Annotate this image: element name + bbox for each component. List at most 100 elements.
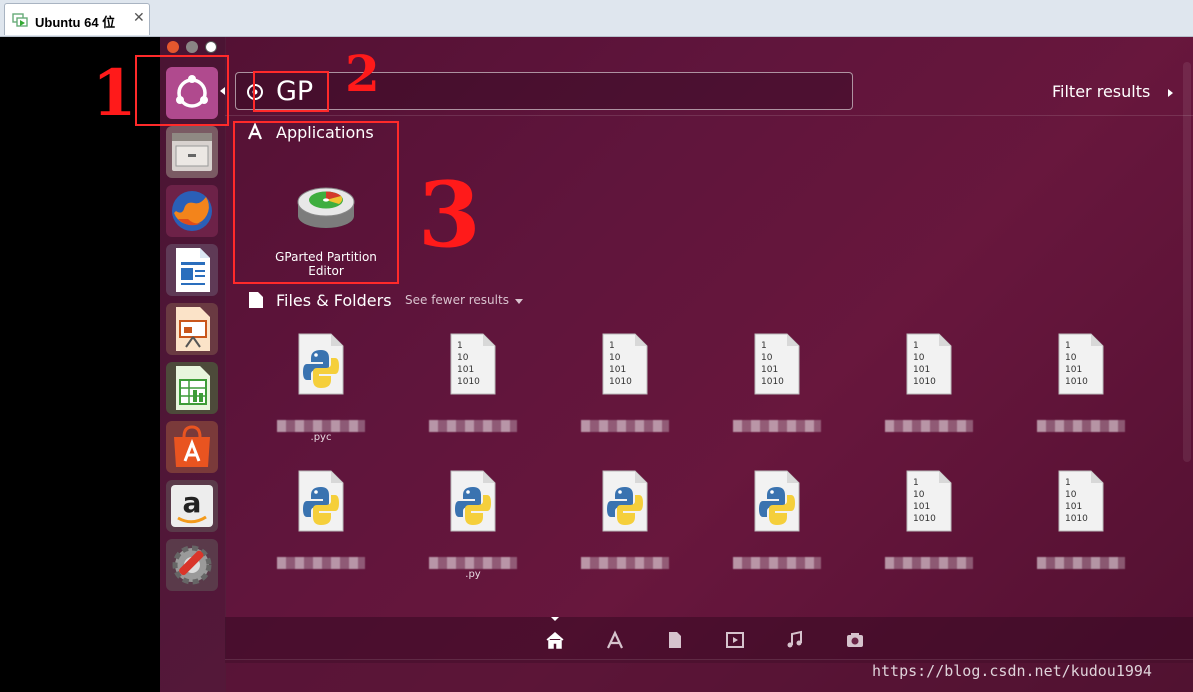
vm-tab-ubuntu[interactable]: Ubuntu 64 位 ✕ [4,3,150,35]
file-result-item[interactable]: 1 10 101 1010 [729,332,825,444]
file-name-redacted [277,420,365,432]
chevron-right-icon [1168,89,1173,97]
launcher-files-button[interactable] [166,126,218,178]
photo-icon[interactable] [845,630,865,650]
binary-text: 1010 [609,377,632,387]
python-file-icon [602,470,648,532]
system-settings-icon [166,539,218,591]
binary-text: 1 [457,341,463,351]
file-result-item[interactable]: 1 10 101 1010 [881,332,977,444]
annotation-number-2: 2 [345,44,380,103]
file-name-redacted [733,557,821,569]
file-result-item[interactable] [577,469,673,581]
python-file-icon [754,470,800,532]
active-lens-marker [551,617,559,621]
file-result-item[interactable] [273,469,369,581]
file-name-redacted [1037,557,1125,569]
binary-text: 101 [609,365,626,375]
libreoffice-calc-icon [166,362,218,414]
file-caption: .py [465,569,481,580]
home-icon[interactable] [545,630,565,650]
dash-lens-bar [225,617,1193,663]
dash-scrollbar[interactable] [1183,62,1191,462]
binary-text: 10 [761,353,773,363]
launcher-settings-button[interactable] [166,539,218,591]
launcher-firefox-button[interactable] [166,185,218,237]
svg-text:a: a [183,486,202,519]
file-name-redacted [581,420,669,432]
libreoffice-impress-icon [166,303,218,355]
binary-text: 1010 [913,377,936,387]
chevron-down-icon [515,299,523,304]
window-maximize-button[interactable] [205,41,217,53]
binary-text: 1010 [1065,377,1088,387]
launcher-calc-button[interactable] [166,362,218,414]
video-icon[interactable] [725,630,745,650]
binary-file-icon: 1 10 101 1010 [754,333,800,395]
files-header: Files & Folders [276,291,392,310]
file-name-redacted [429,557,517,569]
see-fewer-results-link[interactable]: See fewer results [405,293,509,307]
binary-text: 1 [913,478,919,488]
vm-icon [12,13,28,27]
file-result-item[interactable]: 1 10 101 1010 [1033,332,1129,444]
files-icon[interactable] [665,630,685,650]
binary-text: 10 [609,353,621,363]
binary-file-icon: 1 10 101 1010 [1058,333,1104,395]
file-result-item[interactable]: .py [425,469,521,581]
annotation-box-3 [233,121,399,284]
watermark-text: https://blog.csdn.net/kudou1994 [872,662,1152,680]
binary-text: 1 [1065,478,1071,488]
binary-text: 1 [913,341,919,351]
python-file-icon [298,333,344,395]
vm-tab-label: Ubuntu 64 位 [35,15,116,30]
annotation-number-1: 1 [92,56,137,131]
binary-text: 10 [1065,353,1077,363]
file-result-item[interactable]: .pyc [273,332,369,444]
binary-text: 10 [913,490,925,500]
filter-results-button[interactable]: Filter results [1052,82,1150,101]
binary-text: 101 [761,365,778,375]
binary-file-icon: 1 10 101 1010 [602,333,648,395]
binary-text: 10 [457,353,469,363]
close-icon[interactable]: ✕ [133,10,145,26]
binary-text: 1 [1065,341,1071,351]
file-result-item[interactable]: 1 10 101 1010 [577,332,673,444]
binary-file-icon: 1 10 101 1010 [906,470,952,532]
firefox-icon [166,185,218,237]
applications-icon[interactable] [605,630,625,650]
music-icon[interactable] [785,630,805,650]
binary-text: 101 [457,365,474,375]
file-result-item[interactable] [729,469,825,581]
host-background [0,37,160,692]
window-minimize-button[interactable] [186,41,198,53]
python-file-icon [298,470,344,532]
amazon-icon: a [166,480,218,532]
binary-text: 101 [1065,502,1082,512]
binary-text: 1010 [913,514,936,524]
file-result-item[interactable]: 1 10 101 1010 [881,469,977,581]
annotation-box-2 [253,71,329,112]
file-caption: .pyc [310,432,332,443]
binary-text: 10 [913,353,925,363]
launcher-amazon-button[interactable]: a [166,480,218,532]
file-name-redacted [885,420,973,432]
python-file-icon [450,470,496,532]
binary-text: 1010 [1065,514,1088,524]
launcher-software-button[interactable] [166,421,218,473]
files-cabinet-icon [166,126,218,178]
file-result-item[interactable]: 1 10 101 1010 [425,332,521,444]
file-result-item[interactable]: 1 10 101 1010 [1033,469,1129,581]
unity-launcher: a [160,37,226,692]
file-name-redacted [1037,420,1125,432]
launcher-impress-button[interactable] [166,303,218,355]
binary-text: 10 [1065,490,1077,500]
binary-file-icon: 1 10 101 1010 [450,333,496,395]
binary-text: 1 [761,341,767,351]
launcher-writer-button[interactable] [166,244,218,296]
file-name-redacted [429,420,517,432]
window-close-button[interactable] [167,41,179,53]
libreoffice-writer-icon [166,244,218,296]
file-name-redacted [277,557,365,569]
binary-file-icon: 1 10 101 1010 [906,333,952,395]
